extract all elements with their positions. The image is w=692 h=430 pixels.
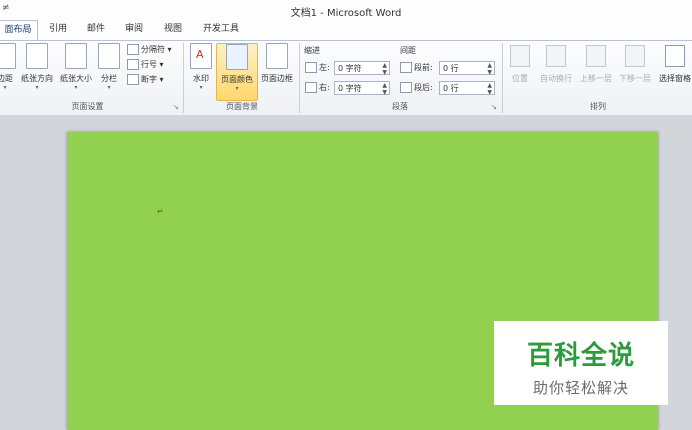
selection-pane-button[interactable]: 选择窗格 — [655, 43, 692, 99]
dropdown-arrow-icon: ▾ — [199, 84, 203, 91]
columns-icon — [98, 43, 120, 69]
hyphenation-button[interactable]: 断字 ▾ — [127, 74, 164, 86]
spacing-before-label: 段前: — [400, 62, 433, 74]
page-size-icon — [65, 43, 87, 69]
ribbon: 边距 ▾ 纸张方向 ▾ 纸张大小 ▾ 分栏 ▾ 分隔符 ▾ 行号 ▾ 断字 ▾ … — [0, 40, 692, 116]
margins-icon — [0, 43, 16, 69]
tab-page-layout[interactable]: 面布局 — [0, 20, 38, 41]
group-label-page-background: 页面背景 — [226, 102, 258, 111]
watermark-subtitle: 助你轻松解决 — [532, 379, 629, 397]
margins-button[interactable]: 边距 ▾ — [0, 43, 16, 99]
spinner-icon[interactable]: ▲ ▼ — [487, 82, 492, 96]
page-color-button[interactable]: 页面颜色 ▾ — [216, 43, 258, 101]
wrap-text-button[interactable]: 自动换行 — [536, 43, 576, 99]
size-button[interactable]: 纸张大小 ▾ — [57, 43, 95, 99]
dialog-launcher-icon[interactable]: ↘ — [491, 103, 499, 111]
hyphenation-icon — [127, 74, 139, 85]
breaks-icon — [127, 44, 139, 55]
send-backward-button[interactable]: 下移一层 — [616, 43, 654, 99]
tab-review[interactable]: 审阅 — [120, 20, 148, 39]
tab-developer[interactable]: 开发工具 — [198, 20, 244, 39]
window-title: 文档1 - Microsoft Word — [290, 8, 402, 19]
position-button[interactable]: 位置 — [506, 43, 534, 99]
spacing-before-icon — [400, 62, 412, 73]
indent-left-field[interactable]: 0 字符 ▲ ▼ — [334, 61, 390, 76]
dropdown-arrow-icon: ▾ — [3, 84, 7, 91]
spinner-icon[interactable]: ▲ ▼ — [382, 82, 387, 96]
paragraph-mark: ↵ — [157, 207, 164, 216]
indent-left-icon — [305, 62, 317, 73]
orientation-button[interactable]: 纸张方向 ▾ — [18, 43, 56, 99]
group-divider — [183, 43, 184, 113]
indent-heading: 缩进 — [304, 46, 320, 55]
spacing-after-icon — [400, 82, 412, 93]
dropdown-arrow-icon: ▾ — [235, 85, 239, 92]
send-backward-icon — [625, 45, 645, 67]
bring-forward-button[interactable]: 上移一层 — [577, 43, 615, 99]
page-borders-icon — [266, 43, 288, 69]
group-divider — [502, 43, 503, 113]
tab-view[interactable]: 视图 — [159, 20, 187, 39]
line-numbers-icon — [127, 59, 139, 70]
watermark-title: 百科全说 — [526, 341, 635, 371]
indent-right-field[interactable]: 0 字符 ▲ ▼ — [334, 81, 390, 96]
watermark-icon: A — [190, 43, 212, 69]
spinner-icon[interactable]: ▲ ▼ — [487, 62, 492, 76]
dropdown-arrow-icon: ▾ — [74, 84, 78, 91]
indent-right-icon — [305, 82, 317, 93]
spacing-after-label: 段后: — [400, 82, 433, 94]
dropdown-arrow-icon: ▾ — [35, 84, 39, 91]
selection-pane-icon — [665, 45, 685, 67]
columns-button[interactable]: 分栏 ▾ — [97, 43, 121, 99]
breaks-button[interactable]: 分隔符 ▾ — [127, 44, 172, 56]
bring-forward-icon — [586, 45, 606, 67]
wrap-text-icon — [546, 45, 566, 67]
spinner-icon[interactable]: ▲ ▼ — [382, 62, 387, 76]
site-watermark: 百科全说 助你轻松解决 — [494, 321, 668, 405]
group-label-paragraph: 段落 — [392, 102, 408, 111]
dialog-launcher-icon[interactable]: ↘ — [173, 103, 181, 111]
spacing-after-field[interactable]: 0 行 ▲ ▼ — [439, 81, 495, 96]
group-label-page-setup: 页面设置 — [71, 102, 104, 111]
ribbon-tabs: 面布局 引用 邮件 审阅 视图 开发工具 — [0, 20, 692, 41]
paint-bucket-icon — [226, 44, 248, 70]
spacing-before-field[interactable]: 0 行 ▲ ▼ — [439, 61, 495, 76]
dropdown-arrow-icon: ▾ — [107, 84, 111, 91]
indent-right-label: 右: — [305, 82, 330, 94]
spacing-heading: 间距 — [400, 46, 416, 55]
tab-references[interactable]: 引用 — [44, 20, 72, 39]
title-bar: ≠ 文档1 - Microsoft Word — [0, 0, 692, 20]
group-label-arrange: 排列 — [590, 102, 606, 111]
page-borders-button[interactable]: 页面边框 — [258, 43, 296, 99]
orientation-icon — [26, 43, 48, 69]
position-icon — [510, 45, 530, 67]
indent-left-label: 左: — [305, 62, 330, 74]
line-numbers-button[interactable]: 行号 ▾ — [127, 59, 164, 71]
watermark-button[interactable]: A 水印 ▾ — [188, 43, 214, 99]
tab-mailings[interactable]: 邮件 — [82, 20, 110, 39]
